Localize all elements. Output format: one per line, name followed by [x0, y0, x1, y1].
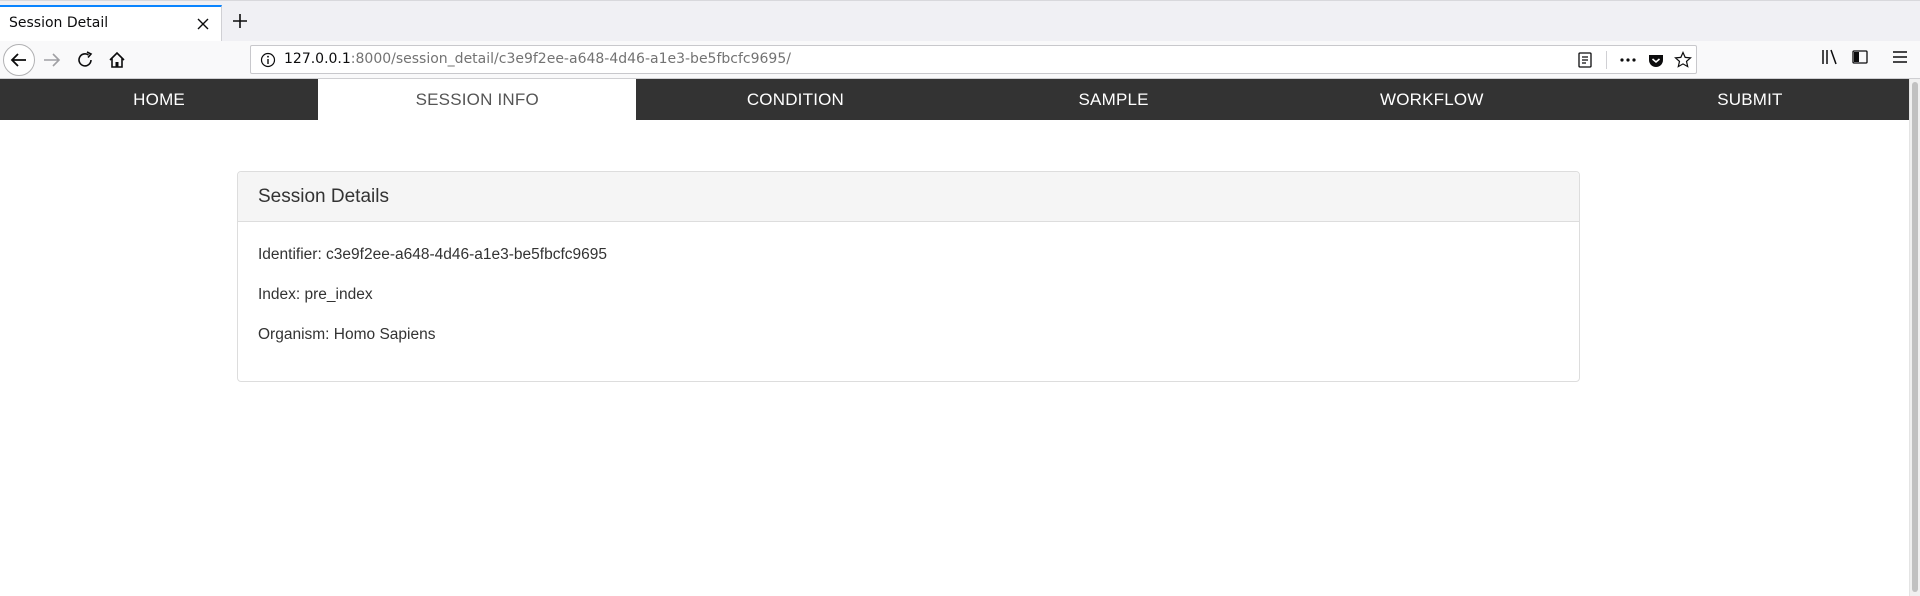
nav-submit[interactable]: SUBMIT [1591, 79, 1909, 120]
home-icon[interactable] [105, 48, 129, 72]
tab-title: Session Detail [9, 15, 109, 31]
nav-home[interactable]: HOME [0, 79, 318, 120]
panel-title: Session Details [238, 172, 1579, 222]
info-icon[interactable] [260, 52, 276, 68]
site-navigation: HOME SESSION INFO CONDITION SAMPLE WORKF… [0, 79, 1909, 120]
pocket-icon[interactable] [1647, 51, 1665, 69]
library-icon[interactable] [1821, 48, 1839, 66]
panel-body: Identifier: c3e9f2ee-a648-4d46-a1e3-be5f… [238, 222, 1579, 344]
close-icon[interactable] [195, 16, 211, 32]
browser-tab-strip: Session Detail [0, 0, 1920, 42]
reload-icon[interactable] [73, 48, 97, 72]
url-host: 127.0.0.1 [284, 51, 351, 67]
forward-arrow-icon[interactable] [40, 48, 64, 72]
index-text: Index: pre_index [258, 286, 373, 303]
nav-condition[interactable]: CONDITION [636, 79, 954, 120]
sidebar-toggle-icon[interactable] [1851, 48, 1869, 66]
organism-text: Organism: Homo Sapiens [258, 326, 436, 343]
nav-workflow[interactable]: WORKFLOW [1273, 79, 1591, 120]
scrollbar-thumb[interactable] [1912, 82, 1918, 592]
url-text[interactable]: 127.0.0.1:8000/session_detail/c3e9f2ee-a… [284, 51, 791, 67]
url-bar-divider [1606, 51, 1607, 69]
new-tab-plus-icon[interactable] [230, 11, 250, 31]
url-bar[interactable]: 127.0.0.1:8000/session_detail/c3e9f2ee-a… [250, 45, 1697, 74]
nav-sample[interactable]: SAMPLE [955, 79, 1273, 120]
browser-toolbar: 127.0.0.1:8000/session_detail/c3e9f2ee-a… [0, 41, 1920, 79]
nav-session-info[interactable]: SESSION INFO [318, 79, 637, 120]
url-path: :8000/session_detail/c3e9f2ee-a648-4d46-… [350, 51, 791, 67]
back-arrow-icon[interactable] [3, 44, 35, 76]
session-details-panel: Session Details Identifier: c3e9f2ee-a64… [237, 171, 1580, 382]
hamburger-menu-icon[interactable] [1891, 48, 1909, 66]
page-scrollbar[interactable] [1909, 79, 1920, 596]
identifier-text: Identifier: c3e9f2ee-a648-4d46-a1e3-be5f… [258, 246, 608, 263]
bookmark-star-icon[interactable] [1674, 51, 1692, 69]
browser-tab[interactable]: Session Detail [0, 5, 222, 42]
more-actions-icon[interactable] [1619, 51, 1637, 69]
reader-view-icon[interactable] [1576, 51, 1594, 69]
